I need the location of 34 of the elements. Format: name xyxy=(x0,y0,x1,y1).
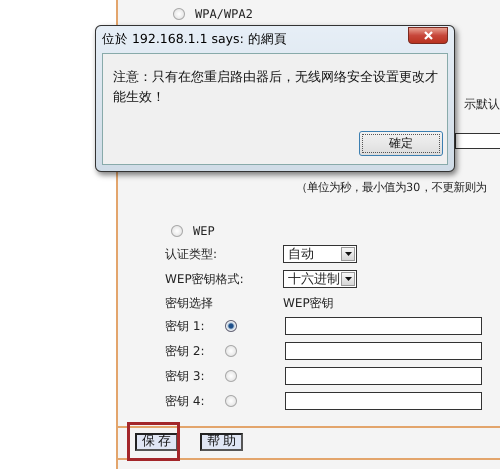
input-field[interactable] xyxy=(285,317,482,335)
caret-icon xyxy=(344,252,352,256)
button[interactable]: 保存 xyxy=(135,432,178,450)
radio-button[interactable] xyxy=(225,395,237,407)
interval-note: （单位为秒，最小值为30，不更新则为 xyxy=(296,180,486,194)
key-label: 密钥 1: xyxy=(165,318,206,334)
radio-button[interactable] xyxy=(225,320,237,332)
field-label: 认证类型: xyxy=(165,246,218,262)
key-label: 密钥 2: xyxy=(165,342,206,360)
input-field[interactable] xyxy=(455,133,500,149)
ok-button[interactable]: 確定 xyxy=(359,131,443,156)
close-button[interactable] xyxy=(408,27,448,44)
hint-text: 示默认 xyxy=(464,96,500,112)
field-label: WEP密钥格式: xyxy=(165,270,245,288)
dropdown[interactable]: 十六进制 xyxy=(283,270,357,288)
input-field[interactable] xyxy=(285,392,482,410)
column-header: WEP密钥 xyxy=(283,294,334,312)
option-label: WEP xyxy=(193,224,215,238)
dialog-title: 位於 192.168.1.1 says: 的網頁 xyxy=(102,31,287,48)
radio-button[interactable] xyxy=(225,345,237,357)
close-icon xyxy=(424,31,432,40)
option-label: WPA/WPA2 xyxy=(195,7,253,21)
dropdown[interactable]: 自动 xyxy=(283,245,357,263)
button[interactable]: 帮助 xyxy=(200,432,243,450)
radio-button[interactable] xyxy=(171,225,183,237)
input-field[interactable] xyxy=(285,342,482,360)
key-label: 密钥 4: xyxy=(165,392,206,410)
radio-button[interactable] xyxy=(225,370,237,382)
dialog-message: 注意：只有在您重启路由器后，无线网络安全设置更改才能生效！ xyxy=(113,69,439,107)
input-field[interactable] xyxy=(285,367,482,385)
key-label: 密钥 3: xyxy=(165,368,206,384)
radio-button[interactable] xyxy=(173,8,185,20)
caret-icon xyxy=(344,277,352,281)
column-header: 密钥选择 xyxy=(165,294,214,312)
